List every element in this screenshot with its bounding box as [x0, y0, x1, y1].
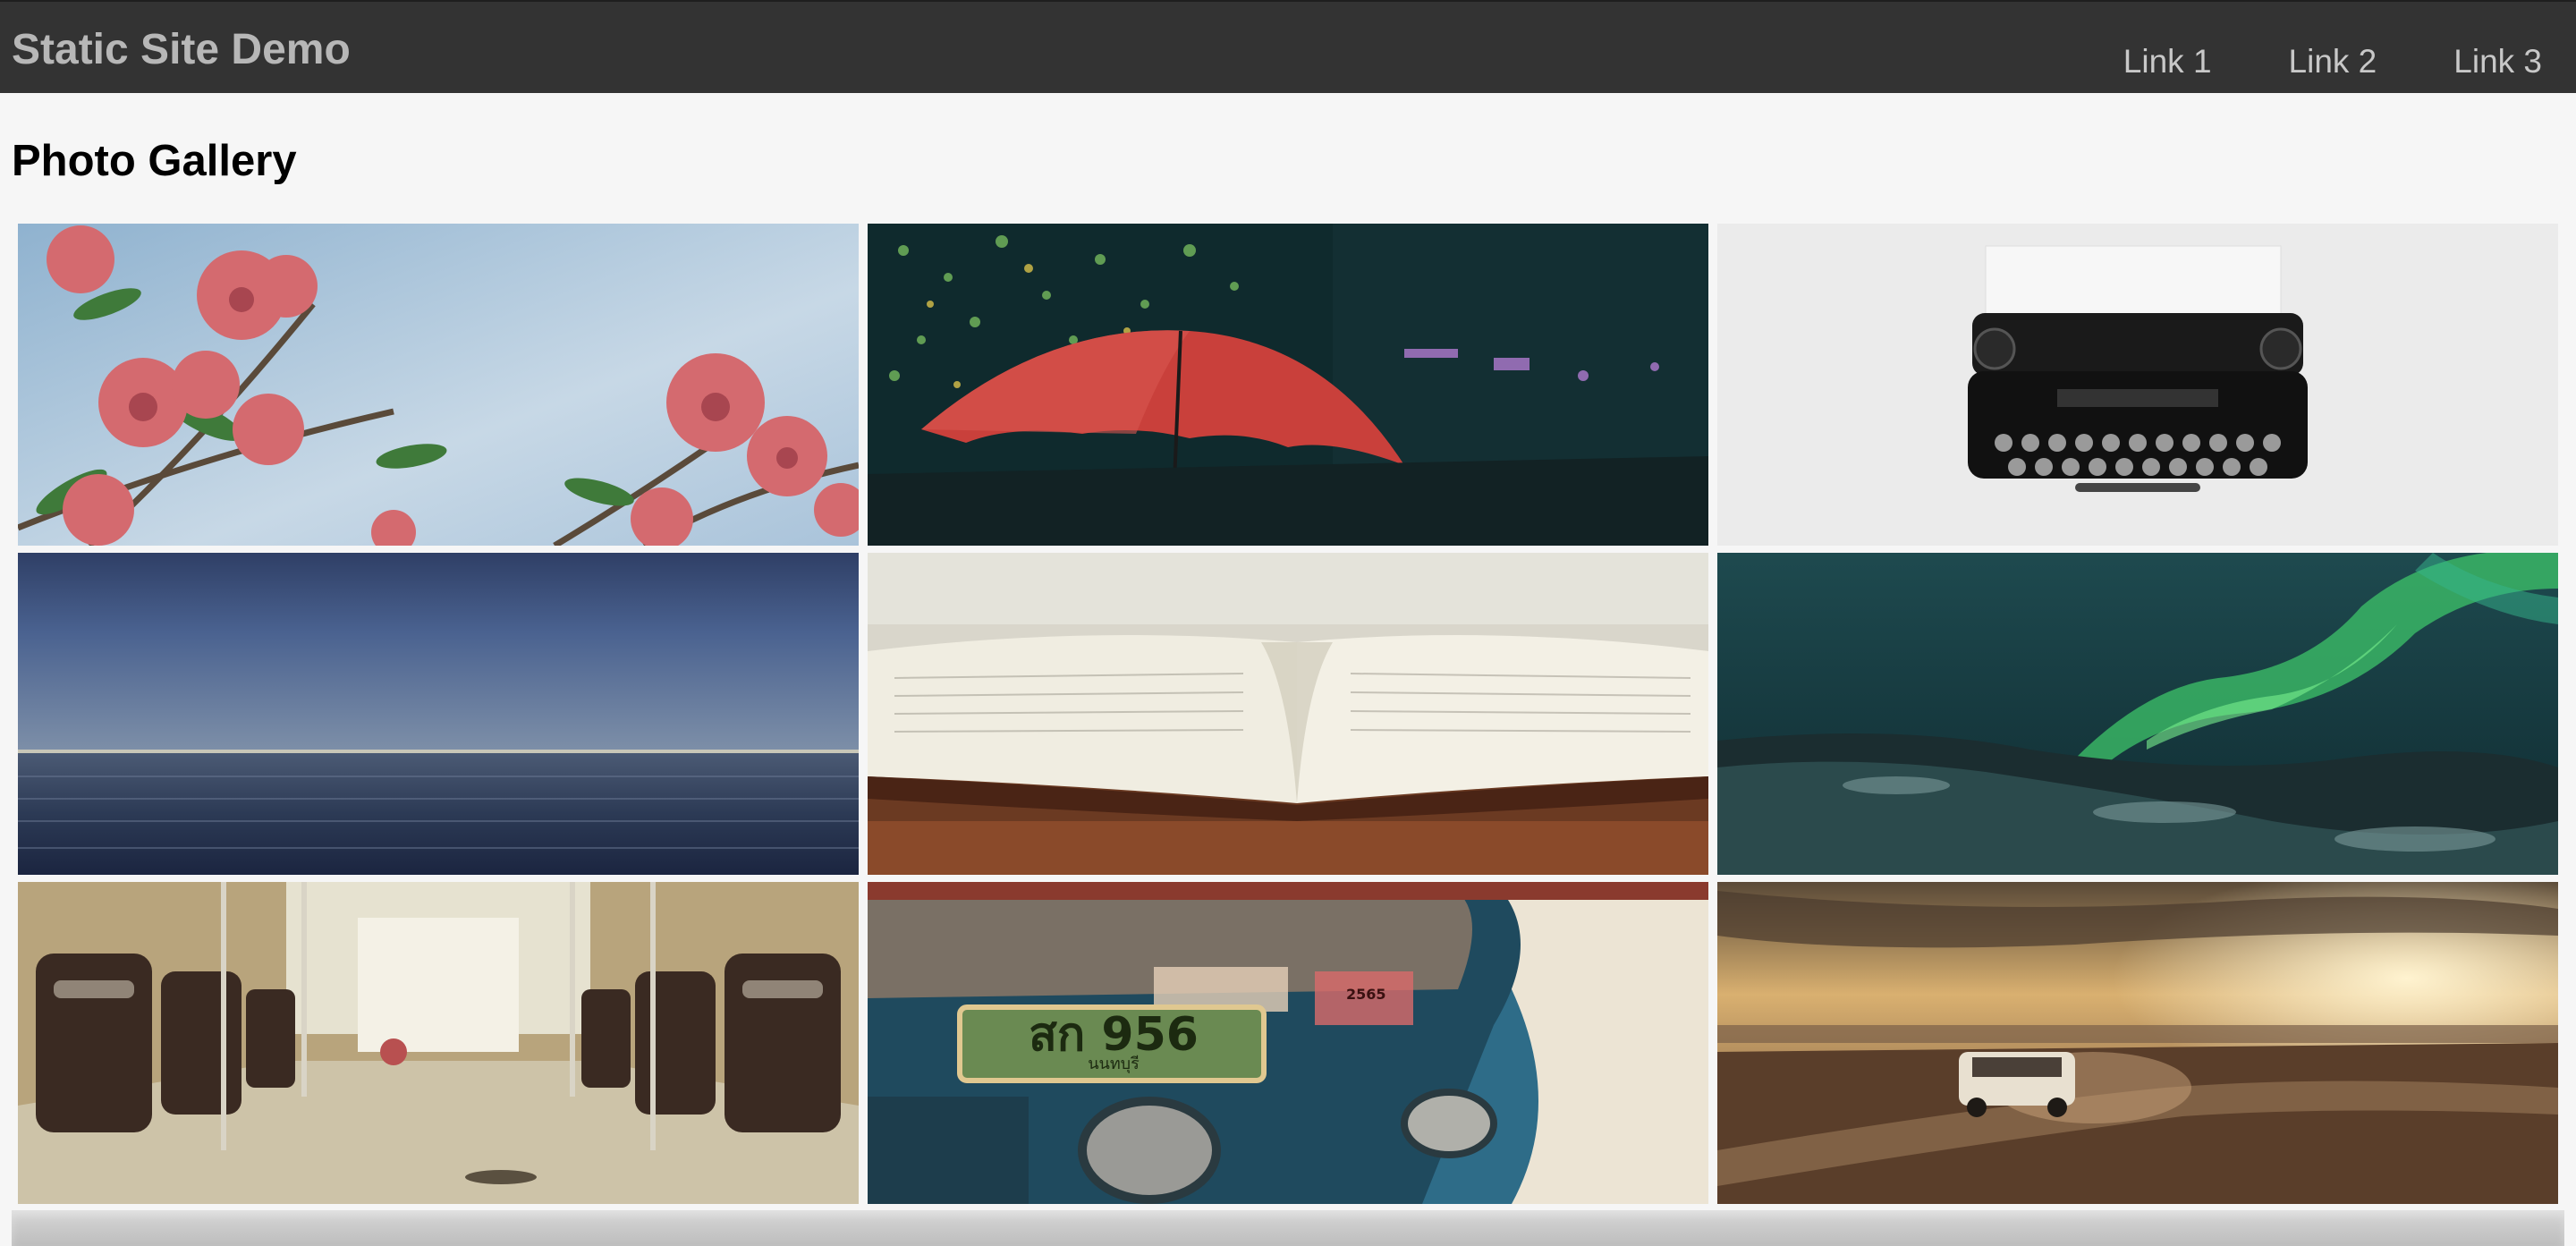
nav-link-1[interactable]: Link 1	[2123, 45, 2212, 78]
horizontal-scrollbar[interactable]	[12, 1210, 2564, 1246]
nav-link-3[interactable]: Link 3	[2453, 45, 2542, 78]
aurora-photo[interactable]	[1717, 553, 2558, 875]
nav-links: Link 1 Link 2 Link 3	[2123, 45, 2542, 78]
open-book-photo[interactable]	[868, 553, 1708, 875]
typewriter-photo[interactable]	[1717, 224, 2558, 546]
train-interior-photo[interactable]	[18, 882, 859, 1204]
page-title: Photo Gallery	[12, 137, 297, 185]
nav-link-2[interactable]: Link 2	[2289, 45, 2377, 78]
ocean-horizon-photo[interactable]	[18, 553, 859, 875]
site-brand[interactable]: Static Site Demo	[12, 29, 351, 72]
pink-flowers-photo[interactable]	[18, 224, 859, 546]
photo-gallery: สก 956 นนทบุรี 2565	[18, 224, 2558, 1204]
top-navbar: Static Site Demo Link 1 Link 2 Link 3	[0, 0, 2576, 93]
red-umbrella-photo[interactable]	[868, 224, 1708, 546]
desert-car-photo[interactable]	[1717, 882, 2558, 1204]
tuk-tuk-photo[interactable]: สก 956 นนทบุรี 2565	[868, 882, 1708, 1204]
tax-sticker-text: 2565	[1346, 986, 1386, 1003]
license-plate-text: สก 956	[1029, 1008, 1199, 1062]
license-plate-province: นนทบุรี	[1088, 1055, 1140, 1073]
